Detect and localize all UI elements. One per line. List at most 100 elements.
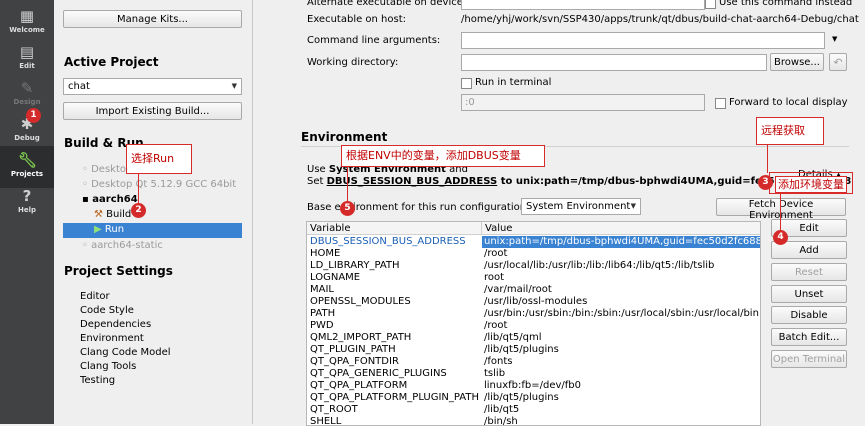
table-row[interactable]: PATH/usr/bin:/usr/sbin:/bin:/sbin:/usr/l… — [307, 308, 760, 320]
env-var-value: /usr/lib/ossl-modules — [484, 296, 588, 307]
table-row[interactable]: LD_LIBRARY_PATH/usr/local/lib:/usr/lib:/… — [307, 260, 760, 272]
marker-1: 1 — [26, 108, 41, 123]
table-row[interactable]: QML2_IMPORT_PATH/lib/qt5/qml — [307, 332, 760, 344]
kit-icon: ◦ — [82, 179, 88, 190]
env-summary-set: Set — [307, 176, 327, 187]
table-row[interactable]: QT_QPA_PLATFORM_PLUGIN_PATH/lib/qt5/plug… — [307, 392, 760, 404]
table-row[interactable]: MAIL/var/mail/root — [307, 284, 760, 296]
env-var-name: QT_QPA_FONTDIR — [310, 356, 399, 367]
settings-code-style[interactable]: Code Style — [80, 305, 134, 316]
project-combo[interactable]: chat ▼ — [63, 78, 242, 95]
tree-item-run[interactable] — [63, 223, 242, 238]
env-var-name: QT_QPA_GENERIC_PLUGINS — [310, 368, 447, 379]
callout-line — [138, 174, 139, 204]
marker-3: 3 — [758, 175, 773, 190]
env-var-name: LOGNAME — [310, 272, 361, 283]
settings-clang-code-model[interactable]: Clang Code Model — [80, 347, 171, 358]
table-row[interactable]: HOME/root — [307, 248, 760, 260]
table-row[interactable]: DBUS_SESSION_BUS_ADDRESS unix:path=/tmp/d… — [307, 236, 760, 248]
env-var-name: QML2_IMPORT_PATH — [310, 332, 412, 343]
help-icon: ? — [22, 187, 32, 205]
import-existing-build-button[interactable]: Import Existing Build... — [63, 102, 242, 120]
settings-testing[interactable]: Testing — [80, 375, 115, 386]
table-row[interactable]: QT_PLUGIN_PATH/lib/qt5/plugins — [307, 344, 760, 356]
table-row[interactable]: SHELL/bin/sh — [307, 416, 760, 426]
marker-4: 4 — [773, 230, 788, 245]
use-command-checkbox[interactable] — [705, 0, 716, 9]
chevron-down-icon[interactable]: ▼ — [832, 35, 837, 43]
table-row[interactable]: QT_QPA_GENERIC_PLUGINS tslib — [307, 368, 760, 380]
forward-display-checkbox[interactable] — [715, 98, 726, 109]
env-var-name: QT_PLUGIN_PATH — [310, 344, 396, 355]
manage-kits-button[interactable]: Manage Kits... — [63, 10, 242, 28]
environment-heading: Environment — [301, 130, 388, 144]
env-var-name: LD_LIBRARY_PATH — [310, 260, 400, 271]
tree-item-build[interactable]: ⚒ Build — [94, 209, 131, 220]
tree-label-aarch64: aarch64 — [92, 194, 138, 205]
alt-exec-label: Alternate executable on device: — [307, 0, 467, 8]
base-env-combo[interactable]: System Environment ▼ — [521, 198, 641, 215]
table-row[interactable]: QT_QPA_FONTDIR/fonts — [307, 356, 760, 368]
settings-clang-tools[interactable]: Clang Tools — [80, 361, 136, 372]
table-row[interactable]: QT_QPA_PLATFORM linuxfb:fb=/dev/fb0 — [307, 380, 760, 392]
run-icon: ▶ — [94, 224, 102, 235]
mode-help[interactable]: ? Help — [0, 182, 54, 224]
table-row[interactable]: QT_ROOT/lib/qt5 — [307, 404, 760, 416]
tree-item-aarch64[interactable]: ▪ aarch64 — [82, 194, 138, 205]
col-header-value[interactable]: Value — [482, 222, 760, 235]
fetch-device-env-button[interactable]: Fetch Device Environment — [716, 198, 846, 221]
use-command-label: Use this command instead — [719, 0, 853, 8]
tree-label-aarch64-static: aarch64-static — [91, 240, 163, 251]
batch-edit-button[interactable]: Batch Edit... — [771, 328, 847, 346]
env-var-value: /lib/qt5 — [484, 404, 520, 415]
env-var-name: QT_ROOT — [310, 404, 358, 415]
env-var-name: MAIL — [310, 284, 334, 295]
mode-label-design: Design — [13, 98, 41, 106]
settings-dependencies[interactable]: Dependencies — [80, 319, 151, 330]
callout-line — [780, 193, 781, 231]
mode-label-debug: Debug — [14, 134, 40, 142]
exec-host-value: /home/yhj/work/svn/SSP430/apps/trunk/qt/… — [461, 14, 859, 25]
run-in-terminal-checkbox[interactable] — [461, 78, 472, 89]
tree-item-desktop-qt[interactable]: ◦ Desktop Qt 5.12.9 GCC 64bit — [82, 179, 236, 190]
env-summary-var[interactable]: DBUS_SESSION_BUS_ADDRESS — [327, 176, 498, 187]
tree-label-desktop-qt: Desktop Qt 5.12.9 GCC 64bit — [91, 179, 237, 190]
env-table[interactable]: Variable Value DBUS_SESSION_BUS_ADDRESS u… — [306, 221, 761, 426]
alt-exec-field[interactable] — [461, 0, 705, 10]
select-run-callout: 选择Run — [126, 144, 192, 174]
tree-item-desktop[interactable]: ◦ Desktop — [82, 164, 132, 175]
mode-bar: ▦ Welcome ▤ Edit ✎ Design ✱ Debug 🔧︎ Pro… — [0, 0, 54, 424]
env-var-value: /usr/bin:/usr/sbin:/bin:/sbin:/usr/local… — [484, 308, 759, 319]
working-dir-field[interactable] — [461, 54, 767, 71]
settings-environment[interactable]: Environment — [80, 333, 144, 344]
browse-button[interactable]: Browse... — [770, 53, 824, 71]
tree-item-aarch64-static[interactable]: ◦ aarch64-static — [82, 240, 163, 251]
env-var-value: root — [484, 272, 505, 283]
pen-icon: ✎ — [20, 79, 34, 97]
settings-editor[interactable]: Editor — [80, 291, 110, 302]
env-var-value: unix:path=/tmp/dbus-bphwdi4UMA,guid=fec5… — [482, 236, 760, 248]
env-var-name: SHELL — [310, 416, 342, 426]
open-terminal-button[interactable]: Open Terminal — [771, 350, 847, 368]
reset-button[interactable]: Reset — [771, 263, 847, 281]
reset-dir-button[interactable]: ↶ — [829, 53, 847, 71]
mode-label-projects: Projects — [10, 170, 44, 178]
callout-line — [347, 167, 348, 201]
table-row[interactable]: LOGNAME root — [307, 272, 760, 284]
env-var-value: /root — [484, 320, 508, 331]
disable-button[interactable]: Disable — [771, 306, 847, 324]
unset-button[interactable]: Unset — [771, 285, 847, 303]
active-project-heading: Active Project — [64, 55, 159, 69]
mode-label-edit: Edit — [19, 62, 35, 70]
edit-icon: ▤ — [19, 43, 35, 61]
grid-icon: ▦ — [19, 7, 35, 25]
env-var-value: /lib/qt5/plugins — [484, 344, 559, 355]
env-var-name: QT_QPA_PLATFORM — [310, 380, 408, 391]
display-field[interactable]: :0 — [461, 94, 705, 111]
env-summary-prefix: Use — [307, 164, 329, 175]
col-header-variable[interactable]: Variable — [307, 222, 482, 235]
table-row[interactable]: OPENSSL_MODULES/usr/lib/ossl-modules — [307, 296, 760, 308]
cmd-args-field[interactable] — [461, 32, 825, 49]
table-row[interactable]: PWD/root — [307, 320, 760, 332]
callout-line — [767, 145, 768, 173]
